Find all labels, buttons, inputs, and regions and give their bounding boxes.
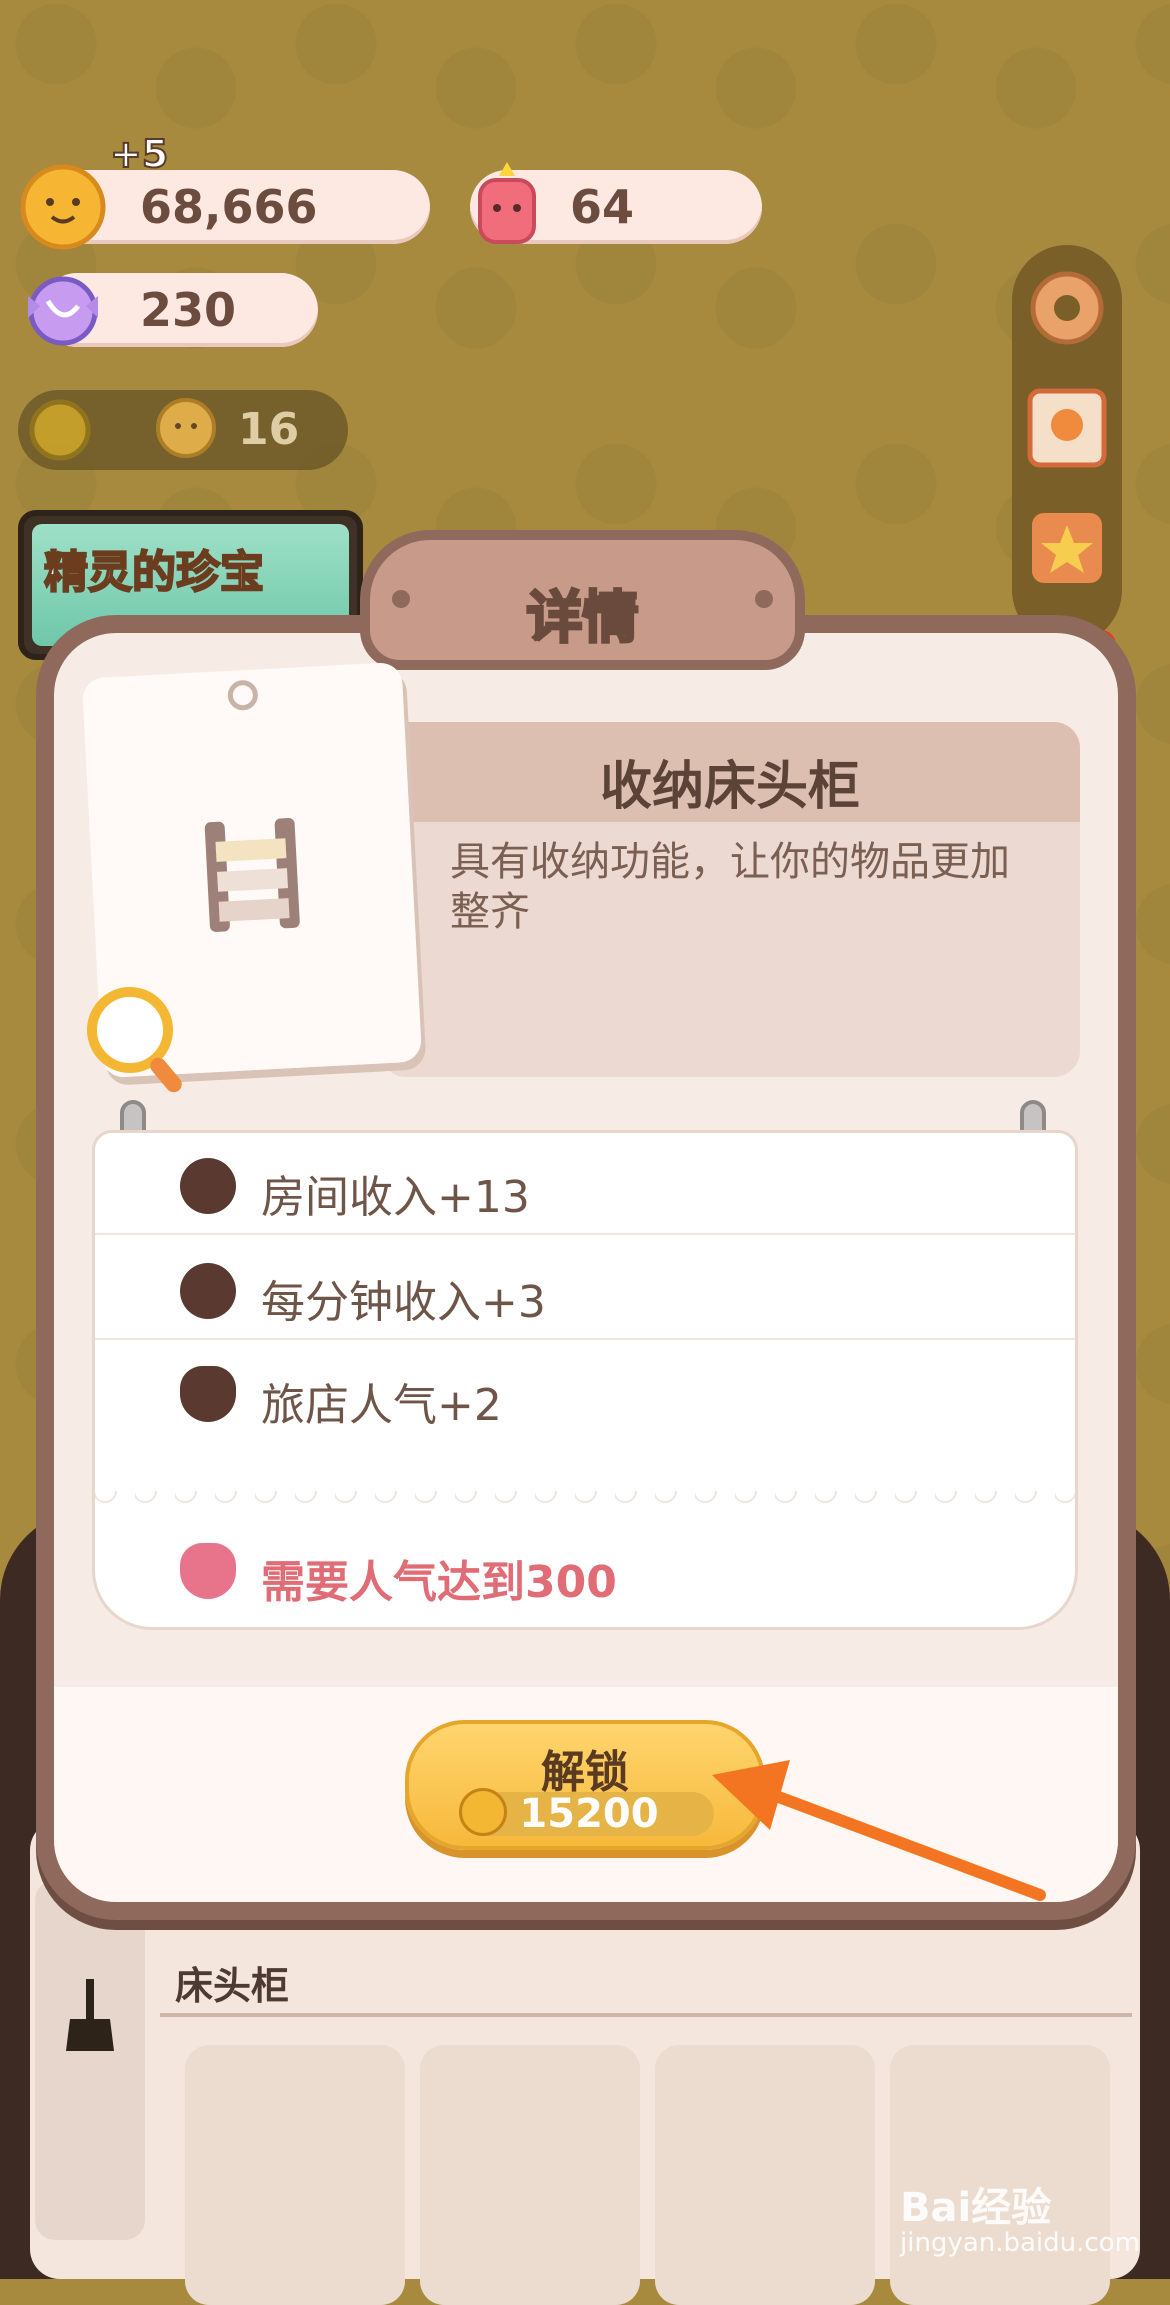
pointer-arrow xyxy=(712,1760,1046,1901)
watermark-url: jingyan.baidu.com xyxy=(900,2228,1140,2258)
watermark-logo: Bai经验 xyxy=(900,2185,1052,2231)
